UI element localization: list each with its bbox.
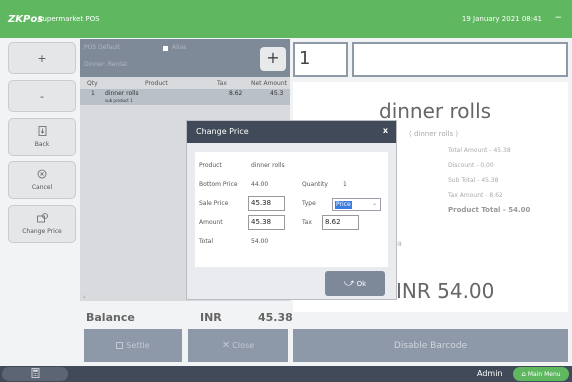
quantity-input[interactable]: 1 [293,42,348,77]
barcode-input[interactable] [352,42,568,77]
alias-checkbox[interactable] [163,46,168,51]
line-net: 45.3 [270,90,284,97]
dialog-body: Product dinner rolls Bottom Price 44.00 … [195,152,388,267]
calculator-icon [31,367,40,381]
discount: Discount - 0.00 [448,162,494,169]
dialog-close-icon[interactable]: x [383,126,388,135]
decrease-qty-button[interactable]: - [8,80,76,112]
sale-price-label: Sale Price [199,200,229,207]
order-line-row[interactable]: 1 dinner rolls sub product 1 8.62 45.3 [80,89,290,105]
back-button[interactable]: Back [8,118,76,156]
increase-qty-button[interactable]: + [8,42,76,74]
grand-total: INR 54.00 [396,279,495,303]
ok-button[interactable]: ⤻ Ok [325,271,385,296]
close-icon: ✕ [221,340,231,351]
line-product: dinner rolls [105,90,139,97]
plus-icon: + [37,51,47,65]
settle-icon [116,342,124,349]
change-price-button[interactable]: Change Price [8,205,76,243]
product-value: dinner rolls [251,162,285,169]
tax-label: Tax [302,219,312,226]
col-product: Product [145,80,168,87]
line-qty: 1 [91,90,95,97]
product-total: Product Total - 54.00 [448,206,531,214]
product-subtitle: ( dinner rolls ) [409,130,459,138]
bottom-price-value: 44.00 [251,181,269,188]
col-qty: Qty [87,80,98,87]
cancel-button[interactable]: Cancel [8,161,76,199]
type-label: Type [302,200,316,207]
quantity-label: Quantity [302,181,328,188]
cancel-label: Cancel [31,184,53,191]
app-title: Supermarket POS [38,15,100,23]
settle-label: Settle [126,341,150,350]
tax-amount: Tax Amount - 8.62 [448,192,503,199]
datetime-display: 19 January 2021 08:41 [461,15,542,23]
ok-label: Ok [356,279,367,288]
change-price-icon [36,213,48,225]
sub-total: Sub Total - 45.38 [448,177,499,184]
back-icon [38,126,47,138]
main-menu-label: Main Menu [527,370,561,378]
total-label: Total [199,238,214,245]
total-amount: Total Amount - 45.38 [448,147,511,154]
calculator-button[interactable] [2,367,68,381]
balance-label: Balance [86,311,135,324]
cancel-icon [37,169,47,181]
main-menu-button[interactable]: ⌂ Main Menu [513,367,569,381]
type-selected: Price [335,201,352,209]
order-type: Dinner: Rental [84,61,127,68]
add-customer-button[interactable]: + [260,47,286,71]
back-label: Back [34,141,50,148]
bottom-price-label: Bottom Price [199,181,238,188]
dialog-title-bar: Change Price x [187,121,396,143]
product-label: Product [199,162,222,169]
amount-label: Amount [199,219,223,226]
quantity-value: 1 [343,181,347,188]
chevron-down-icon: ⌄ [371,200,377,207]
scroll-left-icon[interactable]: ‹ [83,293,86,301]
amount-input[interactable]: 45.38 [248,215,285,230]
balance-value: 45.38 [258,311,293,324]
col-net-amount: Net Amount [251,80,288,87]
change-price-dialog: Change Price x Product dinner rolls Bott… [186,120,397,300]
close-button[interactable]: ✕ Close [188,329,288,362]
line-subproduct: sub product 1 [105,98,133,103]
tax-input[interactable]: 8.62 [322,215,359,230]
home-icon: ⌂ [521,370,526,378]
sale-price-input[interactable]: 45.38 [248,196,285,211]
balance-currency: INR [200,311,222,324]
minimize-icon[interactable]: − [554,13,562,23]
dialog-title: Change Price [196,127,249,136]
top-bar: ZKPos Supermarket POS 19 January 2021 08… [0,0,572,38]
type-select[interactable]: Price ⌄ [332,198,381,211]
price-list-name: POS Default [84,44,120,51]
order-header: POS Default Alias Dinner: Rental + [80,39,290,77]
change-price-label: Change Price [22,228,62,235]
disable-barcode-button[interactable]: Disable Barcode [293,329,568,362]
col-tax: Tax [217,80,227,87]
settle-button[interactable]: Settle [84,329,182,362]
alias-label: Alias [172,44,187,51]
bottom-bar: Admin ⌂ Main Menu [0,366,572,382]
close-label: Close [232,341,255,350]
minus-icon: - [40,89,44,103]
user-name: Admin [477,369,503,378]
line-tax: 8.62 [229,90,243,97]
enter-icon: ⤻ [343,278,355,289]
total-value: 54.00 [251,238,269,245]
